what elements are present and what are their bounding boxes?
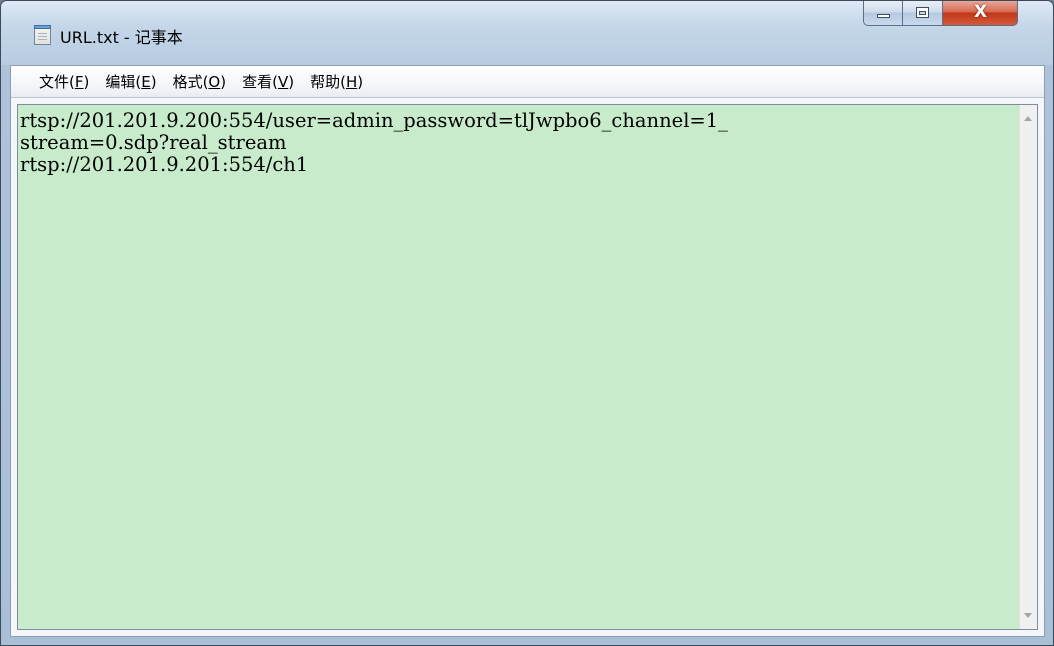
- menu-label: 编辑(: [105, 72, 142, 91]
- menu-label-tail: ): [288, 72, 295, 91]
- menu-accelerator: H: [345, 72, 358, 91]
- maximize-icon: [916, 7, 929, 18]
- scroll-down-arrow-icon[interactable]: [1024, 613, 1032, 618]
- editor-text[interactable]: rtsp://201.201.9.200:554/user=admin_pass…: [20, 110, 1010, 176]
- menu-bar: 文件(F) 编辑(E) 格式(O) 查看(V) 帮助(H): [11, 66, 1044, 98]
- menu-accelerator: F: [74, 72, 84, 91]
- scroll-up-arrow-icon[interactable]: [1024, 116, 1032, 121]
- menu-label: 文件(: [39, 72, 75, 91]
- menu-label: 格式(: [172, 72, 209, 91]
- text-line: rtsp://201.201.9.200:554/user=admin_pass…: [20, 109, 728, 132]
- menu-file[interactable]: 文件(F): [31, 69, 97, 95]
- menu-label-tail: ): [83, 72, 90, 91]
- minimize-icon: [877, 14, 890, 18]
- menu-help[interactable]: 帮助(H): [302, 69, 371, 95]
- menu-accelerator: O: [208, 72, 221, 91]
- menu-label: 查看(: [242, 72, 278, 91]
- text-line: stream=0.sdp?real_stream: [20, 131, 287, 154]
- text-editor[interactable]: rtsp://201.201.9.200:554/user=admin_pass…: [17, 104, 1038, 630]
- menu-label: 帮助(: [310, 72, 346, 91]
- menu-accelerator: E: [141, 72, 151, 91]
- notepad-window: URL.txt - 记事本 X 文件(F) 编辑(E) 格式(O) 查看(V) …: [0, 0, 1054, 646]
- maximize-button[interactable]: [903, 1, 943, 26]
- window-title: URL.txt - 记事本: [60, 28, 183, 47]
- menu-label-tail: ): [220, 72, 227, 91]
- menu-label-tail: ): [150, 72, 157, 91]
- caption-buttons: X: [863, 1, 1018, 27]
- menu-accelerator: V: [277, 72, 289, 91]
- close-button[interactable]: X: [943, 1, 1018, 26]
- minimize-button[interactable]: [863, 1, 903, 26]
- client-area: 文件(F) 编辑(E) 格式(O) 查看(V) 帮助(H) rtsp://201…: [10, 65, 1045, 637]
- menu-view[interactable]: 查看(V): [234, 69, 302, 95]
- close-icon: X: [973, 2, 988, 22]
- title-bar[interactable]: URL.txt - 记事本 X: [1, 1, 1053, 65]
- menu-edit[interactable]: 编辑(E): [97, 69, 164, 95]
- menu-label-tail: ): [357, 72, 364, 91]
- vertical-scrollbar[interactable]: [1019, 105, 1037, 629]
- notepad-icon[interactable]: [34, 25, 51, 45]
- menu-format[interactable]: 格式(O): [165, 69, 235, 95]
- text-line: rtsp://201.201.9.201:554/ch1: [20, 153, 309, 176]
